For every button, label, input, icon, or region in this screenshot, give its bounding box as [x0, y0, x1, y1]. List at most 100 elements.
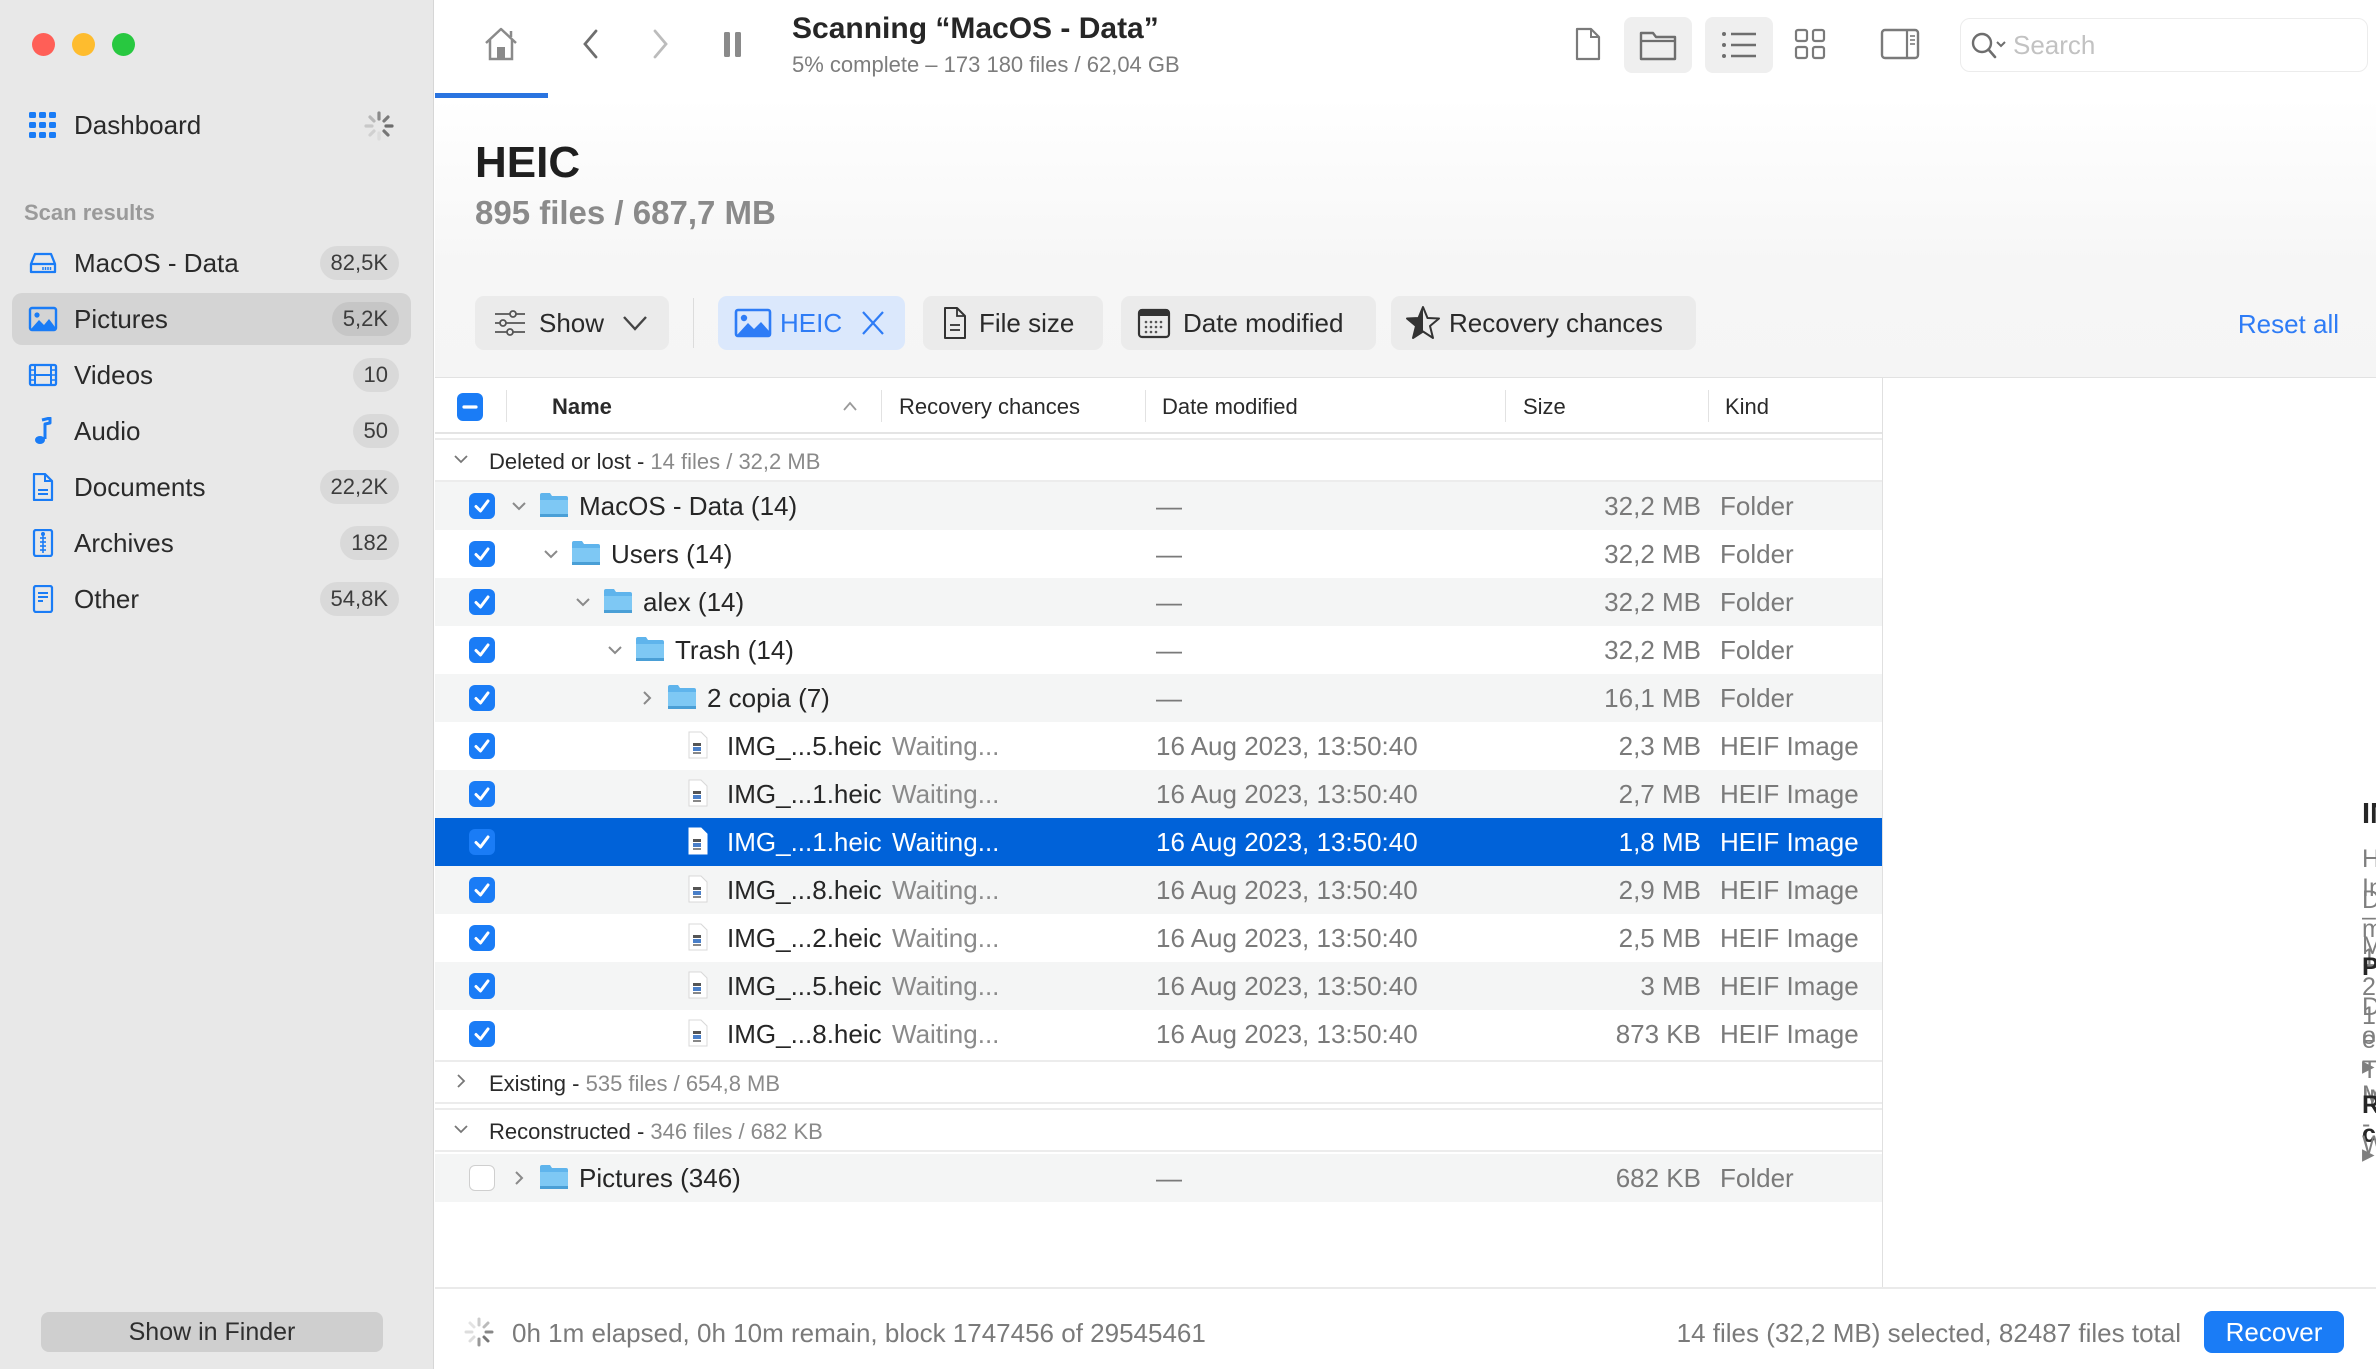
- chevron-down-icon[interactable]: [509, 496, 529, 516]
- panel-divider: [1882, 378, 1883, 1287]
- column-header-kind[interactable]: Kind: [1725, 394, 1769, 420]
- file-row[interactable]: IMG_...8.heic Waiting... 16 Aug 2023, 13:5…: [435, 1010, 1883, 1058]
- sidebar-item-audio[interactable]: Audio 50: [12, 405, 411, 457]
- chevron-right-icon[interactable]: [637, 688, 657, 708]
- file-size-filter-button[interactable]: File size: [923, 296, 1103, 350]
- recovery-chances-filter-button[interactable]: Recovery chances: [1391, 296, 1696, 350]
- date-modified-filter-button[interactable]: Date modified: [1121, 296, 1376, 350]
- chevron-down-icon[interactable]: [451, 449, 471, 469]
- search-input[interactable]: [2013, 27, 2353, 63]
- window-zoom-button[interactable]: [112, 33, 135, 56]
- row-checkbox[interactable]: [469, 877, 495, 903]
- window-minimize-button[interactable]: [72, 33, 95, 56]
- drive-icon: [29, 252, 57, 274]
- column-header-size[interactable]: Size: [1523, 394, 1566, 420]
- row-name: 2 copia (7): [707, 683, 830, 713]
- sidebar-item-videos[interactable]: Videos 10: [12, 349, 411, 401]
- sidebar-item-documents[interactable]: Documents 22,2K: [12, 461, 411, 513]
- chevron-down-icon[interactable]: [573, 592, 593, 612]
- file-view-button[interactable]: [1566, 22, 1610, 66]
- row-checkbox[interactable]: [469, 1165, 495, 1191]
- folder-view-button[interactable]: [1624, 17, 1692, 73]
- group-deleted-or-lost[interactable]: Deleted or lost - 14 files / 32,2 MB: [435, 438, 1883, 482]
- row-checkbox[interactable]: [469, 973, 495, 999]
- file-row[interactable]: IMG_...1.heic Waiting... 16 Aug 2023, 13:5…: [435, 818, 1883, 866]
- file-row[interactable]: IMG_...1.heic Waiting... 16 Aug 2023, 13:5…: [435, 770, 1883, 818]
- row-kind: HEIF Image: [1720, 731, 1859, 761]
- window-close-button[interactable]: [32, 33, 55, 56]
- recover-button[interactable]: Recover: [2204, 1311, 2344, 1353]
- count-badge: 82,5K: [319, 246, 399, 280]
- select-all-checkbox[interactable]: [457, 393, 483, 421]
- folder-icon: [1639, 31, 1677, 61]
- file-row[interactable]: IMG_...5.heic Waiting... 16 Aug 2023, 13:5…: [435, 722, 1883, 770]
- row-checkbox[interactable]: [469, 829, 495, 855]
- scan-subtitle: 5% complete – 173 180 files / 62,04 GB: [792, 52, 1180, 77]
- group-existing[interactable]: Existing - 535 files / 654,8 MB: [435, 1060, 1883, 1104]
- folder-icon: [604, 589, 632, 613]
- row-kind: Folder: [1720, 1163, 1794, 1193]
- forward-button[interactable]: [638, 22, 682, 66]
- sort-ascending-icon[interactable]: [842, 400, 858, 412]
- folder-row[interactable]: alex (14) — 32,2 MB Folder: [435, 578, 1883, 626]
- row-date: 16 Aug 2023, 13:50:40: [1156, 779, 1418, 809]
- row-checkbox[interactable]: [469, 733, 495, 759]
- folder-row[interactable]: Trash (14) — 32,2 MB Folder: [435, 626, 1883, 674]
- chevron-down-icon[interactable]: [451, 1119, 471, 1139]
- folder-row[interactable]: 2 copia (7) — 16,1 MB Folder: [435, 674, 1883, 722]
- column-header-recovery[interactable]: Recovery chances: [899, 394, 1080, 420]
- sidebar-item-archives[interactable]: Archives 182: [12, 517, 411, 569]
- file-row[interactable]: IMG_...2.heic Waiting... 16 Aug 2023, 13:5…: [435, 914, 1883, 962]
- pause-scan-button[interactable]: [711, 22, 755, 66]
- sidebar-item-dashboard[interactable]: Dashboard: [12, 99, 411, 151]
- column-header-date[interactable]: Date modified: [1162, 394, 1298, 420]
- row-checkbox[interactable]: [469, 493, 495, 519]
- group-reconstructed[interactable]: Reconstructed - 346 files / 682 KB: [435, 1108, 1883, 1152]
- sidebar-item-pictures[interactable]: Pictures 5,2K: [12, 293, 411, 345]
- sidebar-label: Archives: [74, 527, 174, 558]
- file-row[interactable]: IMG_...8.heic Waiting... 16 Aug 2023, 13:5…: [435, 866, 1883, 914]
- row-checkbox[interactable]: [469, 637, 495, 663]
- group-name: Reconstructed -: [489, 1119, 651, 1144]
- chevron-down-icon[interactable]: [605, 640, 625, 660]
- music-note-icon: [35, 417, 52, 444]
- list-view-button[interactable]: [1705, 17, 1773, 73]
- chevron-down-icon[interactable]: [541, 544, 561, 564]
- file-row[interactable]: IMG_...5.heic Waiting... 16 Aug 2023, 13:5…: [435, 962, 1883, 1010]
- row-kind: Folder: [1720, 539, 1794, 569]
- sidebar-label: Documents: [74, 471, 206, 502]
- search-field[interactable]: [1960, 18, 2368, 72]
- row-checkbox[interactable]: [469, 589, 495, 615]
- folder-row[interactable]: Pictures (346) — 682 KB Folder: [435, 1154, 1883, 1202]
- row-checkbox[interactable]: [469, 1021, 495, 1047]
- reset-all-link[interactable]: Reset all: [2238, 309, 2339, 340]
- chevron-right-icon[interactable]: [509, 1168, 529, 1188]
- close-icon[interactable]: [860, 309, 886, 337]
- show-filter-button[interactable]: Show: [475, 296, 669, 350]
- folder-row[interactable]: Users (14) — 32,2 MB Folder: [435, 530, 1883, 578]
- chevron-right-icon[interactable]: [451, 1071, 471, 1091]
- picture-icon: [734, 308, 772, 338]
- heic-filter-chip[interactable]: HEIC: [718, 296, 905, 350]
- row-date: 16 Aug 2023, 13:50:40: [1156, 731, 1418, 761]
- row-checkbox[interactable]: [469, 541, 495, 567]
- date-modified-filter-label: Date modified: [1183, 307, 1344, 338]
- show-in-finder-button[interactable]: Show in Finder: [41, 1312, 383, 1352]
- row-checkbox[interactable]: [469, 925, 495, 951]
- row-checkbox[interactable]: [469, 685, 495, 711]
- row-name: IMG_...5.heic: [727, 731, 882, 761]
- sidebar-item-other[interactable]: Other 54,8K: [12, 573, 411, 625]
- grid-view-button[interactable]: [1788, 22, 1832, 66]
- column-header-name[interactable]: Name: [552, 394, 612, 420]
- row-checkbox[interactable]: [469, 781, 495, 807]
- home-icon: [485, 27, 517, 61]
- sidebar-item-macos-data[interactable]: MacOS - Data 82,5K: [12, 237, 411, 289]
- row-date: —: [1156, 635, 1182, 665]
- film-icon: [28, 363, 58, 387]
- back-button[interactable]: [569, 22, 613, 66]
- folder-row[interactable]: MacOS - Data (14) — 32,2 MB Folder: [435, 482, 1883, 530]
- preview-date-label: Date modified: [2362, 886, 2376, 943]
- main-area: Scanning “MacOS - Data” 5% complete – 17…: [435, 0, 2376, 1369]
- toggle-preview-panel-button[interactable]: [1878, 22, 1922, 66]
- home-button[interactable]: [479, 22, 523, 66]
